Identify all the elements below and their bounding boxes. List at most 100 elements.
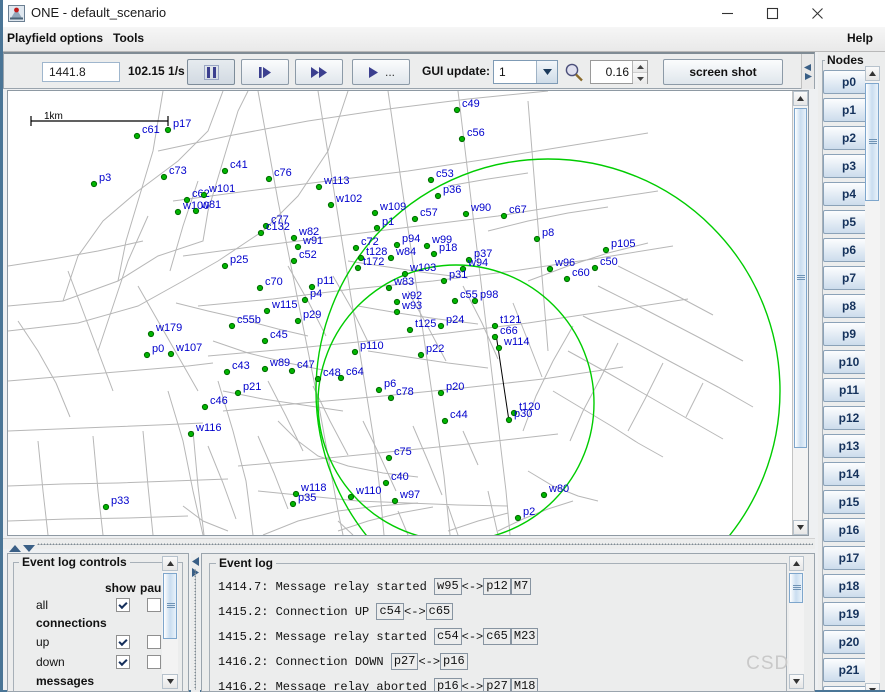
spinner-up-icon[interactable] (633, 61, 647, 73)
log-scroll-down-icon[interactable] (789, 674, 804, 689)
map-node-dot[interactable] (264, 308, 269, 313)
map-node-dot[interactable] (289, 368, 294, 373)
map-node-dot[interactable] (328, 202, 333, 207)
map-node-dot[interactable] (229, 323, 234, 328)
map-node-dot[interactable] (309, 284, 314, 289)
sim-time-field[interactable]: 1441.8 (42, 62, 120, 82)
map-node-dot[interactable] (257, 285, 262, 290)
nodes-scrollbar[interactable] (865, 66, 880, 690)
log-scroll-thumb[interactable] (789, 573, 803, 603)
map-node-dot[interactable] (472, 298, 477, 303)
map-node-dot[interactable] (338, 375, 343, 380)
map-node-dot[interactable] (388, 395, 393, 400)
menu-playfield-options[interactable]: Playfield options (7, 31, 103, 45)
map-node-dot[interactable] (348, 494, 353, 499)
map-node-dot[interactable] (501, 213, 506, 218)
nodes-scroll-thumb[interactable] (865, 83, 879, 201)
event-log-message-id[interactable]: M18 (511, 678, 539, 692)
map-node-dot[interactable] (201, 192, 206, 197)
map-node-dot[interactable] (291, 235, 296, 240)
map-node-dot[interactable] (376, 387, 381, 392)
checkbox-pause-all[interactable] (147, 598, 161, 612)
toolbar-scroll-arrows[interactable] (801, 54, 814, 89)
map-node-dot[interactable] (603, 247, 608, 252)
checkbox-pause-down[interactable] (147, 655, 161, 669)
map-node-dot[interactable] (424, 243, 429, 248)
map-node-dot[interactable] (431, 251, 436, 256)
event-log-scrollbar[interactable] (789, 556, 804, 689)
event-log-message-id[interactable]: M7 (511, 578, 531, 595)
play-until-button[interactable]: ... (352, 59, 410, 85)
map-node-dot[interactable] (222, 168, 227, 173)
map-node-dot[interactable] (224, 369, 229, 374)
map-node-dot[interactable] (394, 309, 399, 314)
nodes-scroll-up-icon[interactable] (865, 66, 880, 81)
map-node-dot[interactable] (428, 177, 433, 182)
map-node-dot[interactable] (161, 174, 166, 179)
spinner-down-icon[interactable] (633, 73, 647, 84)
zoom-level-spinner[interactable]: 0.16 (590, 60, 648, 84)
map-node-dot[interactable] (492, 334, 497, 339)
screen-shot-button[interactable]: screen shot (663, 59, 783, 85)
event-log-node-a[interactable]: c54 (434, 628, 462, 645)
map-node-dot[interactable] (547, 266, 552, 271)
map-node-dot[interactable] (91, 181, 96, 186)
map-node-dot[interactable] (452, 298, 457, 303)
horizontal-splitter[interactable] (3, 538, 815, 549)
map-node-dot[interactable] (418, 352, 423, 357)
map-node-dot[interactable] (372, 210, 377, 215)
map-node-layer[interactable]: c61p17c73c41c76w113c53p36p3c62w101w102w1… (91, 98, 635, 521)
map-node-dot[interactable] (392, 498, 397, 503)
map-node-dot[interactable] (266, 176, 271, 181)
map-node-dot[interactable] (134, 133, 139, 138)
close-button[interactable] (795, 0, 840, 27)
map-node-dot[interactable] (148, 331, 153, 336)
event-log-node-b[interactable]: p12 (483, 578, 511, 595)
map-node-dot[interactable] (534, 236, 539, 241)
map-node-dot[interactable] (442, 418, 447, 423)
map-node-dot[interactable] (291, 258, 296, 263)
map-node-dot[interactable] (222, 263, 227, 268)
map-node-dot[interactable] (262, 338, 267, 343)
event-log-message-id[interactable]: M23 (511, 628, 539, 645)
map-node-dot[interactable] (374, 225, 379, 230)
map-node-dot[interactable] (165, 127, 170, 132)
map-node-dot[interactable] (438, 323, 443, 328)
map-node-dot[interactable] (193, 208, 198, 213)
map-node-dot[interactable] (407, 327, 412, 332)
map-node-dot[interactable] (355, 265, 360, 270)
ctl-scroll-thumb[interactable] (163, 573, 177, 639)
log-scroll-up-icon[interactable] (789, 556, 804, 571)
minimize-button[interactable] (705, 0, 750, 27)
map-node-dot[interactable] (386, 455, 391, 460)
fast-forward-button[interactable] (295, 59, 343, 85)
map-node-dot[interactable] (188, 431, 193, 436)
scroll-up-icon[interactable] (793, 91, 808, 106)
event-log-node-b[interactable]: p27 (483, 678, 511, 692)
event-log-node-a[interactable]: p27 (391, 653, 419, 670)
map-node-dot[interactable] (459, 136, 464, 141)
splitter-collapse-up-icon[interactable] (9, 541, 21, 548)
map-node-dot[interactable] (592, 265, 597, 270)
map-node-dot[interactable] (496, 345, 501, 350)
checkbox-show-all[interactable] (116, 598, 130, 612)
map-node-dot[interactable] (412, 216, 417, 221)
vertical-splitter[interactable] (191, 553, 200, 692)
event-log-node-b[interactable]: c65 (483, 628, 511, 645)
splitter-collapse-down-icon[interactable] (23, 541, 35, 548)
map-node-dot[interactable] (564, 276, 569, 281)
map-node-dot[interactable] (353, 245, 358, 250)
step-button[interactable] (241, 59, 289, 85)
map-node-dot[interactable] (435, 193, 440, 198)
event-log-node-b[interactable]: p16 (440, 653, 468, 670)
map-node-dot[interactable] (175, 209, 180, 214)
menu-tools[interactable]: Tools (113, 31, 144, 45)
map-node-dot[interactable] (302, 297, 307, 302)
menu-help[interactable]: Help (847, 31, 873, 45)
magnifier-icon[interactable] (564, 62, 584, 82)
map-node-dot[interactable] (388, 255, 393, 260)
map-node-dot[interactable] (352, 349, 357, 354)
map-node-dot[interactable] (386, 285, 391, 290)
event-log-node-a[interactable]: w95 (434, 578, 462, 595)
map-node-dot[interactable] (103, 504, 108, 509)
